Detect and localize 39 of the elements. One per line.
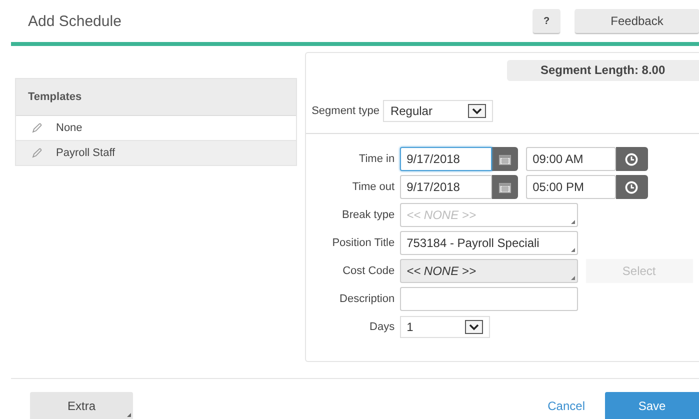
calendar-button[interactable] [492,147,518,171]
pencil-icon [32,148,42,158]
feedback-button[interactable]: Feedback [575,9,699,33]
field-label: Time in [358,153,396,165]
clock-icon [625,180,638,194]
time-field[interactable]: 05:00 PM [526,175,616,199]
field-label: Cost Code [342,265,396,277]
field-label: Time out [351,181,396,193]
segment-type-select[interactable]: Regular [383,100,494,122]
lookup-field[interactable]: 753184 - Payroll Speciali [400,231,578,255]
help-button[interactable]: ? [533,9,560,33]
extra-button[interactable]: Extra [30,392,133,419]
field-label: Position Title [331,237,396,249]
field-label: Segment type [312,105,380,117]
pencil-icon [32,123,42,133]
clock-button[interactable] [616,175,648,199]
template-item[interactable]: Payroll Staff [16,141,296,166]
clock-button[interactable] [616,147,648,171]
resize-grip-icon [570,276,575,280]
resize-grip-icon [570,248,575,252]
resize-grip-icon [127,413,131,417]
dropdown-icon[interactable] [464,320,483,334]
time-field[interactable]: 09:00 AM [526,147,616,171]
date-field[interactable]: 9/17/2018 [400,175,492,199]
window-title: Add Schedule [28,12,122,30]
segment-length-badge: Segment Length: 8.00 [506,60,699,81]
panel-heading: Templates [16,79,296,116]
field-label: Break type [340,209,396,221]
calendar-icon [498,182,511,192]
date-field[interactable]: 9/17/2018 [400,147,492,171]
clock-icon [625,152,638,166]
field-label: Days [368,321,396,333]
dropdown-icon[interactable] [468,104,486,118]
calendar-icon [498,154,511,164]
days-select[interactable]: 1 [400,316,490,338]
calendar-button[interactable] [492,175,518,199]
resize-grip-icon [570,220,575,224]
description-field[interactable] [400,287,578,311]
field-label: Description [338,293,396,305]
